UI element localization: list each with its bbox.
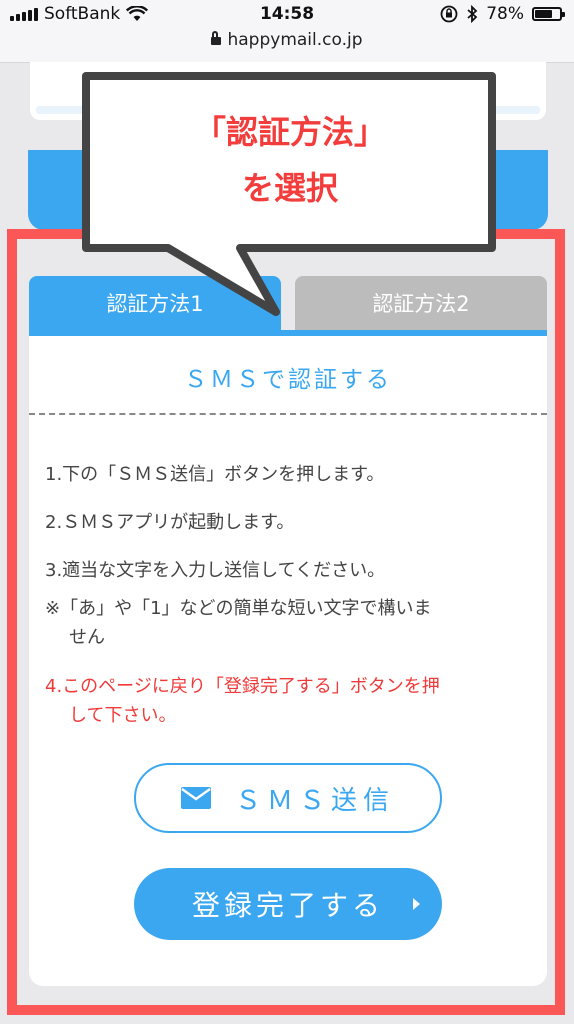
- mail-icon: [180, 787, 211, 809]
- step-3-text: 3.適当な文字を入力し送信してください。: [45, 560, 386, 581]
- tab-auth-method-2[interactable]: 認証方法2: [295, 276, 547, 330]
- step-4-line-2: して下さい。: [69, 705, 177, 726]
- callout-line-2: を選択: [241, 169, 338, 207]
- url-bar[interactable]: happymail.co.jp: [0, 30, 574, 50]
- status-bar: SoftBank 14:58 78% happymail.co.jp: [0, 0, 574, 63]
- registration-complete-button[interactable]: 登録完了する: [134, 868, 442, 940]
- callout-text: 「認証方法」 を選択: [90, 104, 490, 216]
- battery-percent: 78%: [486, 4, 524, 24]
- step-4-line-1: 4.このページに戻り「登録完了する」ボタンを押: [45, 676, 440, 697]
- card-title: ＳＭＳで認証する: [184, 367, 392, 393]
- url-text: happymail.co.jp: [227, 30, 363, 50]
- sms-send-label: ＳＭＳ送信: [234, 785, 395, 816]
- chevron-right-icon: [413, 898, 420, 910]
- bluetooth-icon: [467, 5, 478, 23]
- battery-icon: [532, 7, 565, 21]
- note-line-2: せん: [69, 627, 105, 648]
- lock-icon: [211, 31, 222, 45]
- registration-complete-label: 登録完了する: [191, 889, 384, 922]
- orientation-lock-icon: [440, 5, 458, 23]
- note-text: ※「あ」や「1」などの簡単な短い文字で構いま せん: [45, 594, 540, 652]
- battery-fill: [535, 10, 552, 18]
- dashed-divider: [29, 413, 547, 415]
- step-2-text: 2.ＳＭＳアプリが起動します。: [45, 512, 295, 533]
- step-4-text: 4.このページに戻り「登録完了する」ボタンを押 して下さい。: [45, 672, 535, 730]
- callout-line-1: 「認証方法」: [193, 113, 386, 151]
- tab-auth-method-1[interactable]: 認証方法1: [29, 276, 281, 330]
- sms-send-button[interactable]: ＳＭＳ送信: [134, 763, 442, 833]
- step-1-text: 1.下の「ＳＭＳ送信」ボタンを押します。: [45, 464, 385, 485]
- note-line-1: ※「あ」や「1」などの簡単な短い文字で構いま: [45, 598, 432, 619]
- status-icons: 78%: [440, 4, 565, 24]
